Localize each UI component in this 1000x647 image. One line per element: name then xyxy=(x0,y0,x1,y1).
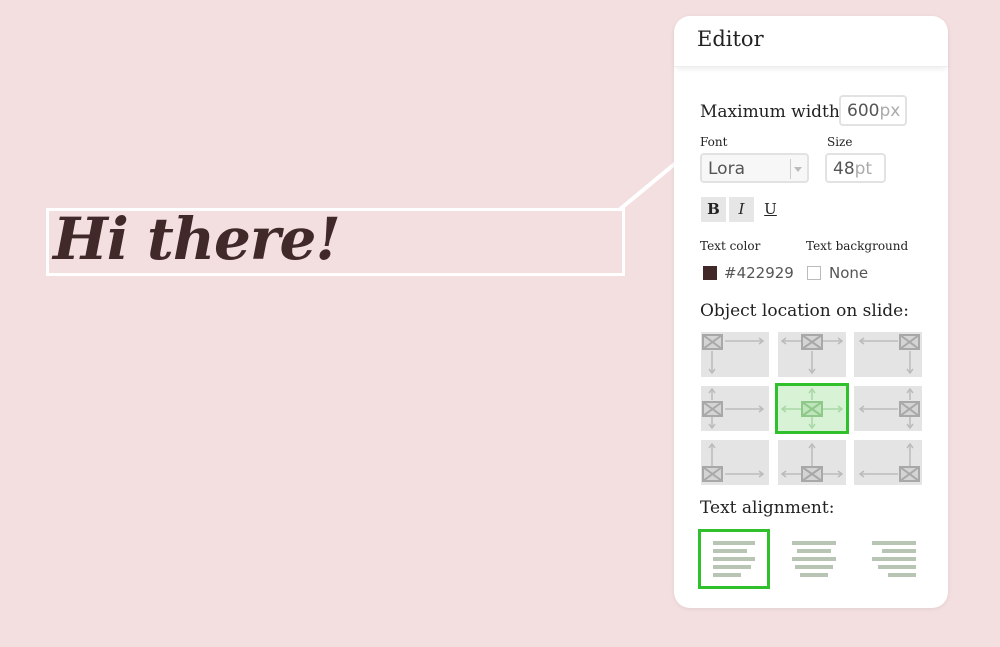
editor-panel: Editor Maximum width: 600px Font Size Lo… xyxy=(674,16,948,608)
location-top-left-icon xyxy=(702,334,765,375)
align-left-button[interactable] xyxy=(698,529,770,589)
max-width-label: Maximum width: xyxy=(700,102,846,122)
location-top-right-icon xyxy=(858,334,920,375)
location-bottom-left[interactable] xyxy=(701,440,769,485)
editor-title: Editor xyxy=(697,27,764,51)
location-bottom-right-icon xyxy=(858,442,920,482)
text-background-value[interactable]: None xyxy=(829,264,868,282)
size-value: 48 xyxy=(833,159,855,179)
chevron-down-icon xyxy=(794,167,802,172)
location-middle-right[interactable] xyxy=(854,386,922,431)
underline-button[interactable]: U xyxy=(758,197,783,222)
size-unit: pt xyxy=(854,159,873,179)
location-label: Object location on slide: xyxy=(700,301,909,321)
location-middle-left-icon xyxy=(702,387,765,430)
text-background-label: Text background xyxy=(806,239,909,253)
slide-text[interactable]: Hi there! xyxy=(53,205,341,273)
font-label: Font xyxy=(700,135,728,149)
location-top-left[interactable] xyxy=(701,332,769,377)
font-select[interactable]: Lora xyxy=(700,153,809,183)
location-bottom-right[interactable] xyxy=(854,440,922,485)
text-color-value[interactable]: #422929 xyxy=(724,264,794,282)
max-width-field[interactable]: 600px xyxy=(839,95,907,126)
text-background-swatch[interactable] xyxy=(807,266,821,280)
max-width-value: 600 xyxy=(847,101,880,121)
alignment-label: Text alignment: xyxy=(700,498,835,518)
size-field[interactable]: 48pt xyxy=(825,153,886,183)
align-right-button[interactable] xyxy=(862,532,928,586)
location-middle-right-icon xyxy=(858,387,920,430)
location-bottom-center[interactable] xyxy=(778,440,846,485)
italic-button[interactable]: I xyxy=(729,197,754,222)
align-center-button[interactable] xyxy=(782,532,848,586)
location-bottom-left-icon xyxy=(702,442,765,482)
location-middle-center-icon xyxy=(780,387,844,430)
location-bottom-center-icon xyxy=(780,442,844,482)
font-value: Lora xyxy=(708,159,745,179)
location-middle-center[interactable] xyxy=(775,383,849,434)
text-color-label: Text color xyxy=(700,239,761,253)
location-top-right[interactable] xyxy=(854,332,922,377)
slide-text-box[interactable]: Hi there! xyxy=(46,205,625,276)
location-middle-left[interactable] xyxy=(701,386,769,431)
text-color-swatch[interactable] xyxy=(703,266,717,280)
bold-button[interactable]: B xyxy=(701,197,726,222)
size-label: Size xyxy=(827,135,853,149)
location-top-center-icon xyxy=(780,334,844,375)
max-width-unit: px xyxy=(879,101,901,121)
location-top-center[interactable] xyxy=(778,332,846,377)
select-separator xyxy=(790,159,791,179)
